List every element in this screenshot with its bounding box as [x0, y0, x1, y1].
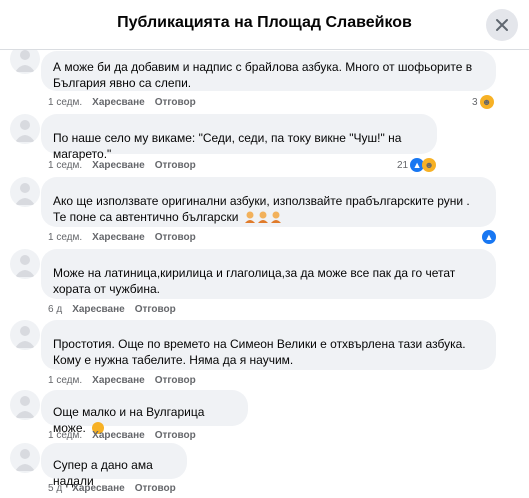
close-icon: [496, 19, 508, 31]
like-button[interactable]: Харесване: [92, 430, 145, 441]
comment-bubble: Супер а дано ама надали: [41, 443, 187, 488]
comment-time[interactable]: 1 седм.: [48, 375, 82, 386]
comment-actions: 6 д Харесване Отговор: [48, 304, 176, 315]
comment-bubble: Простотия. Още по времето на Симеон Вели…: [41, 320, 496, 370]
avatar[interactable]: [10, 320, 40, 350]
avatar[interactable]: [10, 249, 40, 279]
comments-list[interactable]: А може би да добавим и надпис с брайлова…: [0, 50, 529, 498]
avatar[interactable]: [10, 114, 40, 144]
comment-text: Простотия. Още по времето на Симеон Вели…: [53, 337, 466, 367]
comment-text: А може би да добавим и надпис с брайлова…: [53, 60, 473, 90]
reply-button[interactable]: Отговор: [155, 160, 196, 171]
comment-bubble: Ако ще използвате оригинални азбуки, изп…: [41, 177, 496, 227]
comment-bubble: По наше село му викаме: "Седи, седи, па …: [41, 114, 437, 161]
avatar[interactable]: [10, 390, 40, 420]
reply-button[interactable]: Отговор: [155, 375, 196, 386]
dialog-header: Публикацията на Площад Славейков: [0, 0, 529, 50]
comment-time[interactable]: 1 седм.: [48, 160, 82, 171]
comment-actions: 1 седм. Харесване Отговор: [48, 97, 196, 108]
like-icon: ▲: [482, 230, 496, 244]
reaction-count[interactable]: 3 ☻: [472, 95, 494, 109]
close-button[interactable]: [486, 9, 518, 41]
like-button[interactable]: Харесване: [92, 232, 145, 243]
comment-actions: 1 седм. Харесване Отговор: [48, 375, 196, 386]
like-button[interactable]: Харесване: [92, 160, 145, 171]
reaction-count[interactable]: ▲: [482, 230, 496, 244]
reaction-count[interactable]: 21 ▲ ☻: [397, 158, 437, 172]
man-facepalming-icon: [244, 211, 255, 223]
haha-icon: ☻: [422, 158, 437, 172]
man-facepalming-icon: [270, 211, 281, 223]
reply-button[interactable]: Отговор: [135, 483, 176, 494]
reply-button[interactable]: Отговор: [155, 232, 196, 243]
comment-actions: 1 седм. Харесване Отговор: [48, 232, 196, 243]
reply-button[interactable]: Отговор: [135, 304, 176, 315]
reply-button[interactable]: Отговор: [155, 97, 196, 108]
comment-actions: 5 д Харесване Отговор: [48, 483, 176, 494]
like-button[interactable]: Харесване: [92, 375, 145, 386]
comment-bubble: Може на латиница,кирилица и глаголица,за…: [41, 249, 496, 299]
comment-bubble: Още малко и на Вулгарица може.: [41, 390, 248, 435]
like-button[interactable]: Харесване: [92, 97, 145, 108]
comment-time[interactable]: 6 д: [48, 304, 62, 315]
comment-actions: 1 седм. Харесване Отговор: [48, 160, 196, 171]
avatar[interactable]: [10, 177, 40, 207]
comment-text: Може на латиница,кирилица и глаголица,за…: [53, 266, 456, 296]
comment-actions: 1 седм. Харесване Отговор: [48, 430, 196, 441]
comment-time[interactable]: 1 седм.: [48, 232, 82, 243]
dialog-title: Публикацията на Площад Славейков: [117, 14, 412, 31]
comment-text: По наше село му викаме: "Седи, седи, па …: [53, 131, 402, 161]
man-facepalming-icon: [257, 211, 268, 223]
haha-icon: ☻: [479, 95, 494, 109]
like-button[interactable]: Харесване: [72, 304, 125, 315]
like-button[interactable]: Харесване: [72, 483, 125, 494]
avatar[interactable]: [10, 443, 40, 473]
comment-bubble: А може би да добавим и надпис с брайлова…: [41, 51, 496, 91]
reply-button[interactable]: Отговор: [155, 430, 196, 441]
avatar[interactable]: [10, 50, 40, 74]
comment-time[interactable]: 5 д: [48, 483, 62, 494]
comment-time[interactable]: 1 седм.: [48, 430, 82, 441]
comment-time[interactable]: 1 седм.: [48, 97, 82, 108]
